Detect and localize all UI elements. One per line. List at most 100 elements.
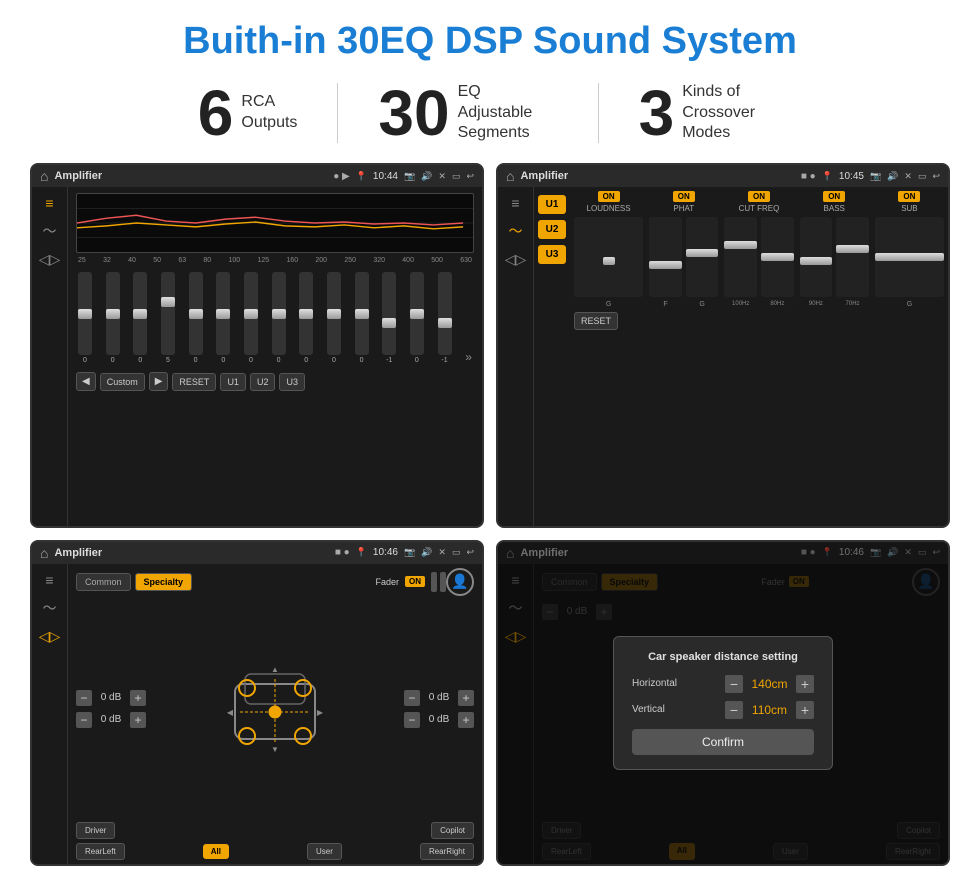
- slider-track-11[interactable]: [382, 272, 396, 355]
- eq-slider-6[interactable]: 0: [244, 272, 258, 364]
- u3-button[interactable]: U3: [279, 373, 305, 391]
- loudness-thumb[interactable]: [603, 257, 615, 265]
- eq-slider-5[interactable]: 0: [216, 272, 230, 364]
- fader-slider-2[interactable]: [440, 572, 446, 592]
- slider-thumb-0[interactable]: [78, 309, 92, 319]
- home-icon-3[interactable]: ⌂: [40, 545, 48, 561]
- play-button[interactable]: ▶: [149, 372, 169, 391]
- phat-thumb-l[interactable]: [649, 261, 682, 269]
- cutfreq-thumb-r[interactable]: [761, 253, 794, 261]
- copilot-button[interactable]: Copilot: [431, 822, 474, 839]
- speaker-icon[interactable]: ◁▷: [39, 251, 61, 268]
- slider-track-7[interactable]: [272, 272, 286, 355]
- slider-thumb-5[interactable]: [216, 309, 230, 319]
- eq-slider-9[interactable]: 0: [327, 272, 341, 364]
- vertical-minus[interactable]: −: [725, 701, 743, 719]
- db-plus-1[interactable]: +: [130, 690, 146, 706]
- slider-thumb-3[interactable]: [161, 297, 175, 307]
- slider-track-1[interactable]: [106, 272, 120, 355]
- wave-icon[interactable]: 〜: [43, 221, 57, 241]
- amp-reset-button[interactable]: RESET: [574, 312, 618, 330]
- custom-button[interactable]: Custom: [100, 373, 145, 391]
- slider-track-13[interactable]: [438, 272, 452, 355]
- fader-slider-1[interactable]: [431, 572, 437, 592]
- slider-thumb-13[interactable]: [438, 318, 452, 328]
- slider-thumb-9[interactable]: [327, 309, 341, 319]
- eq-slider-10[interactable]: 0: [355, 272, 369, 364]
- wave-icon-3[interactable]: 〜: [43, 598, 57, 618]
- sub-slider[interactable]: [875, 217, 944, 297]
- rect-icon-3[interactable]: ▭: [452, 547, 461, 558]
- reset-button[interactable]: RESET: [172, 373, 216, 391]
- u1-button[interactable]: U1: [220, 373, 246, 391]
- slider-track-6[interactable]: [244, 272, 258, 355]
- rearright-button[interactable]: RearRight: [420, 843, 474, 860]
- slider-track-8[interactable]: [299, 272, 313, 355]
- db-minus-3[interactable]: −: [404, 690, 420, 706]
- phat-thumb-r[interactable]: [686, 249, 719, 257]
- slider-track-12[interactable]: [410, 272, 424, 355]
- home-icon-2[interactable]: ⌂: [506, 168, 514, 184]
- slider-track-5[interactable]: [216, 272, 230, 355]
- db-plus-2[interactable]: +: [130, 712, 146, 728]
- horizontal-minus[interactable]: −: [725, 675, 743, 693]
- speaker-icon-2[interactable]: ◁▷: [505, 251, 527, 268]
- slider-track-2[interactable]: [133, 272, 147, 355]
- eq-slider-2[interactable]: 0: [133, 272, 147, 364]
- phat-slider-r[interactable]: [686, 217, 719, 297]
- eq-icon-2[interactable]: ≡: [511, 195, 519, 211]
- slider-thumb-2[interactable]: [133, 309, 147, 319]
- slider-thumb-11[interactable]: [382, 318, 396, 328]
- driver-button[interactable]: Driver: [76, 822, 115, 839]
- close-icon-2[interactable]: ✕: [904, 171, 912, 182]
- back-icon-3[interactable]: ↩: [466, 547, 474, 558]
- horizontal-plus[interactable]: +: [796, 675, 814, 693]
- eq-icon-3[interactable]: ≡: [45, 572, 53, 588]
- rect-icon-1[interactable]: ▭: [452, 171, 461, 182]
- cutfreq-thumb-l[interactable]: [724, 241, 757, 249]
- back-icon-1[interactable]: ↩: [466, 171, 474, 182]
- u2-button[interactable]: U2: [250, 373, 276, 391]
- prev-button[interactable]: ◀: [76, 372, 96, 391]
- db-minus-2[interactable]: −: [76, 712, 92, 728]
- common-tab[interactable]: Common: [76, 573, 131, 591]
- cutfreq-slider-r[interactable]: [761, 217, 794, 297]
- db-plus-3[interactable]: +: [458, 690, 474, 706]
- loudness-on[interactable]: ON: [598, 191, 620, 202]
- all-button[interactable]: All: [203, 844, 229, 859]
- eq-slider-8[interactable]: 0: [299, 272, 313, 364]
- bass-slider-l[interactable]: [800, 217, 833, 297]
- phat-on[interactable]: ON: [673, 191, 695, 202]
- loudness-slider[interactable]: [574, 217, 643, 297]
- eq-slider-11[interactable]: -1: [382, 272, 396, 364]
- fader-on-badge[interactable]: ON: [405, 576, 425, 587]
- u3-select[interactable]: U3: [538, 245, 566, 264]
- eq-slider-3[interactable]: 5: [161, 272, 175, 364]
- slider-thumb-6[interactable]: [244, 309, 258, 319]
- user-button[interactable]: User: [307, 843, 342, 860]
- wave-icon-2[interactable]: 〜: [509, 221, 523, 241]
- slider-track-3[interactable]: [161, 272, 175, 355]
- slider-track-10[interactable]: [355, 272, 369, 355]
- eq-slider-7[interactable]: 0: [272, 272, 286, 364]
- slider-thumb-10[interactable]: [355, 309, 369, 319]
- u2-select[interactable]: U2: [538, 220, 566, 239]
- bass-slider-r[interactable]: [836, 217, 869, 297]
- eq-slider-1[interactable]: 0: [106, 272, 120, 364]
- slider-track-0[interactable]: [78, 272, 92, 355]
- rearleft-button[interactable]: RearLeft: [76, 843, 125, 860]
- cutfreq-slider-l[interactable]: [724, 217, 757, 297]
- eq-slider-4[interactable]: 0: [189, 272, 203, 364]
- db-plus-4[interactable]: +: [458, 712, 474, 728]
- cutfreq-on[interactable]: ON: [748, 191, 770, 202]
- eq-icon[interactable]: ≡: [45, 195, 53, 211]
- slider-track-9[interactable]: [327, 272, 341, 355]
- u1-select[interactable]: U1: [538, 195, 566, 214]
- vertical-plus[interactable]: +: [796, 701, 814, 719]
- eq-slider-12[interactable]: 0: [410, 272, 424, 364]
- slider-thumb-12[interactable]: [410, 309, 424, 319]
- db-minus-4[interactable]: −: [404, 712, 420, 728]
- eq-slider-13[interactable]: -1: [438, 272, 452, 364]
- eq-slider-0[interactable]: 0: [78, 272, 92, 364]
- slider-thumb-7[interactable]: [272, 309, 286, 319]
